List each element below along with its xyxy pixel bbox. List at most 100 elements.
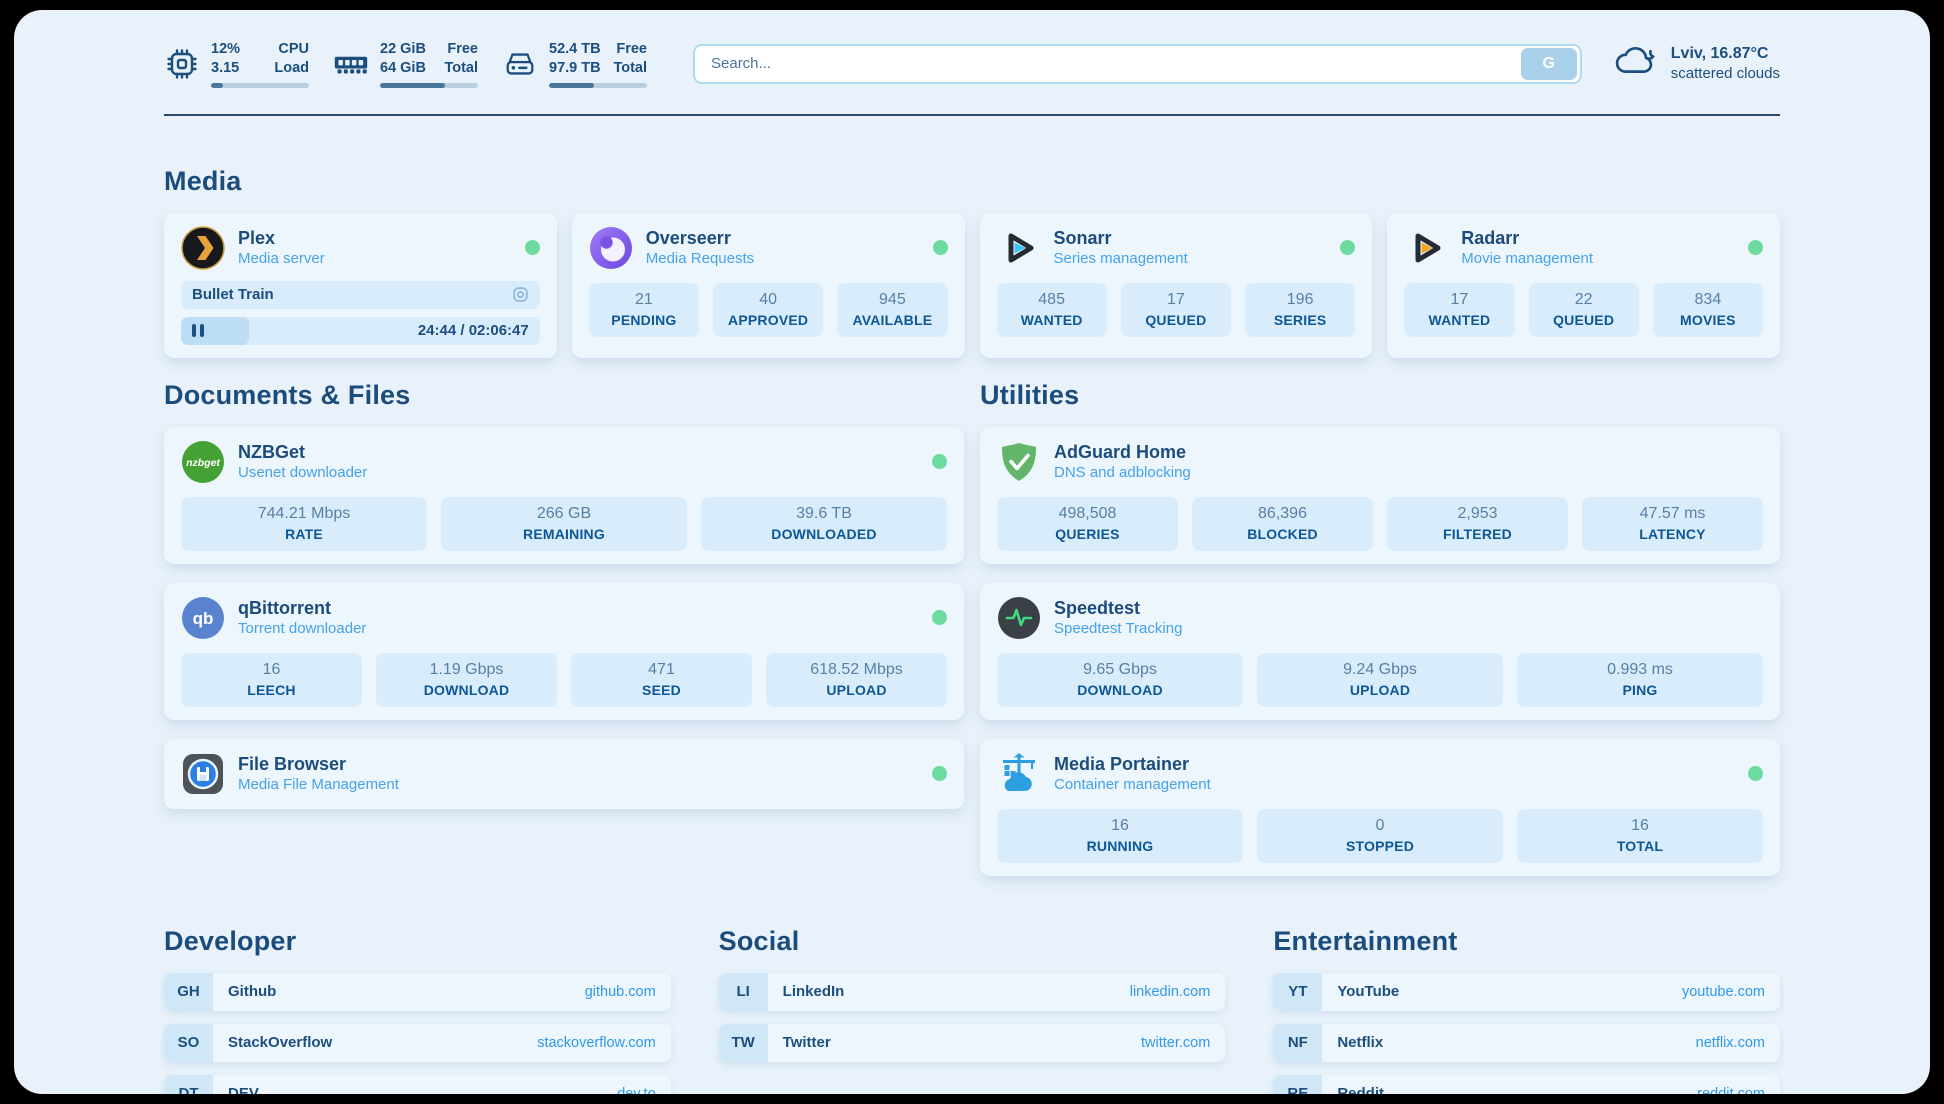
stat-tile: 471SEED: [571, 653, 752, 707]
pause-icon: [192, 324, 204, 337]
section-title-entertainment: Entertainment: [1273, 926, 1780, 957]
stat-tile: 21PENDING: [589, 283, 699, 337]
link-youtube[interactable]: YT YouTube youtube.com: [1273, 973, 1780, 1011]
disk-total-label: Total: [613, 59, 647, 78]
cloud-icon: [1612, 44, 1658, 83]
memory-progress-fill: [380, 83, 445, 88]
status-dot: [933, 240, 948, 255]
disk-free-value: 52.4 TB: [549, 40, 601, 59]
filebrowser-card[interactable]: File Browser Media File Management: [164, 739, 964, 809]
stat-tile: 22QUEUED: [1529, 283, 1639, 337]
memory-progress-bar: [380, 83, 478, 88]
link-dev[interactable]: DT DEV dev.to: [164, 1075, 671, 1094]
stat-tile: 0STOPPED: [1257, 809, 1503, 863]
stat-tile: 744.21 MbpsRATE: [181, 497, 427, 551]
qbittorrent-logo-icon: qb: [181, 596, 225, 640]
playback-progress-bar: 24:44 / 02:06:47: [181, 317, 540, 345]
search-input[interactable]: [709, 54, 1521, 73]
disk-free-label: Free: [616, 40, 647, 59]
link-group-social: Social LI LinkedIn linkedin.com TW Twitt…: [719, 926, 1226, 1094]
section-title-utilities: Utilities: [980, 380, 1780, 411]
overseerr-logo-icon: [589, 226, 633, 270]
nzbget-card[interactable]: nzbget NZBGet Usenet downloader 744.21 M…: [164, 427, 964, 564]
memory-icon: [333, 46, 369, 82]
speedtest-card[interactable]: Speedtest Speedtest Tracking 9.65 GbpsDO…: [980, 583, 1780, 720]
portainer-card[interactable]: Media Portainer Container management 16R…: [980, 739, 1780, 876]
stat-tile: 17WANTED: [1404, 283, 1514, 337]
link-linkedin[interactable]: LI LinkedIn linkedin.com: [719, 973, 1226, 1011]
app-title: Plex: [238, 227, 325, 250]
section-title-media: Media: [164, 166, 1780, 197]
stat-tile: 196SERIES: [1245, 283, 1355, 337]
qbittorrent-card[interactable]: qb qBittorrent Torrent downloader 16LEEC…: [164, 583, 964, 720]
search-provider-button[interactable]: G: [1521, 48, 1577, 80]
status-dot: [932, 766, 947, 781]
link-group-developer: Developer GH Github github.com SO StackO…: [164, 926, 671, 1094]
cpu-load-value: 3.15: [211, 59, 239, 78]
app-subtitle: Media server: [238, 250, 325, 269]
overseerr-card[interactable]: Overseerr Media Requests 21PENDING 40APP…: [572, 213, 965, 358]
playback-time: 24:44 / 02:06:47: [418, 322, 529, 339]
portainer-logo-icon: [997, 752, 1041, 796]
link-twitter[interactable]: TW Twitter twitter.com: [719, 1024, 1226, 1062]
disk-progress-fill: [549, 83, 594, 88]
radarr-card[interactable]: Radarr Movie management 17WANTED 22QUEUE…: [1387, 213, 1780, 358]
link-group-entertainment: Entertainment YT YouTube youtube.com NF …: [1273, 926, 1780, 1094]
section-title-documents: Documents & Files: [164, 380, 964, 411]
link-abbr: LI: [719, 973, 768, 1011]
header-divider: [164, 114, 1780, 116]
sonarr-card[interactable]: Sonarr Series management 485WANTED 17QUE…: [980, 213, 1373, 358]
section-title-social: Social: [719, 926, 1226, 957]
stat-tile: 1.19 GbpsDOWNLOAD: [376, 653, 557, 707]
status-dot: [932, 454, 947, 469]
plex-card[interactable]: Plex Media server Bullet Train 24:44 / 0…: [164, 213, 557, 358]
stat-tile: 40APPROVED: [713, 283, 823, 337]
link-reddit[interactable]: RE Reddit reddit.com: [1273, 1075, 1780, 1094]
memory-total-value: 64 GiB: [380, 59, 426, 78]
link-abbr: SO: [164, 1024, 213, 1062]
app-subtitle: Media Requests: [646, 250, 754, 269]
svg-text:nzbget: nzbget: [186, 457, 220, 469]
link-github[interactable]: GH Github github.com: [164, 973, 671, 1011]
link-abbr: TW: [719, 1024, 768, 1062]
stat-tile: 9.65 GbpsDOWNLOAD: [997, 653, 1243, 707]
link-stackoverflow[interactable]: SO StackOverflow stackoverflow.com: [164, 1024, 671, 1062]
filebrowser-logo-icon: [181, 752, 225, 796]
status-dot: [1340, 240, 1355, 255]
adguard-logo-icon: [997, 440, 1041, 484]
header: 12%CPU 3.15Load 22 GiBFree 64 GiBTotal 5…: [164, 40, 1780, 88]
sonarr-logo-icon: [997, 226, 1041, 270]
cpu-chip-icon: [164, 46, 200, 82]
stat-tile: 9.24 GbpsUPLOAD: [1257, 653, 1503, 707]
app-subtitle: Series management: [1054, 250, 1188, 269]
disk-progress-bar: [549, 83, 647, 88]
disk-total-value: 97.9 TB: [549, 59, 601, 78]
link-abbr: NF: [1273, 1024, 1322, 1062]
app-title: qBittorrent: [238, 597, 366, 620]
plex-logo-icon: [181, 226, 225, 270]
app-title: Sonarr: [1054, 227, 1188, 250]
link-netflix[interactable]: NF Netflix netflix.com: [1273, 1024, 1780, 1062]
stat-tile: 16RUNNING: [997, 809, 1243, 863]
section-media: Media Plex Media server Bullet Train: [164, 166, 1780, 358]
app-subtitle: Media File Management: [238, 776, 399, 795]
cpu-load-label: Load: [274, 59, 309, 78]
app-subtitle: Movie management: [1461, 250, 1593, 269]
stat-tile: 498,508QUERIES: [997, 497, 1178, 551]
app-title: AdGuard Home: [1054, 441, 1191, 464]
status-dot: [525, 240, 540, 255]
link-abbr: YT: [1273, 973, 1322, 1011]
search-bar: G: [693, 44, 1582, 84]
app-title: NZBGet: [238, 441, 367, 464]
memory-total-label: Total: [444, 59, 478, 78]
link-abbr: RE: [1273, 1075, 1322, 1094]
status-dot: [932, 610, 947, 625]
stat-tile: 16TOTAL: [1517, 809, 1763, 863]
stat-tile: 834MOVIES: [1653, 283, 1763, 337]
app-title: Overseerr: [646, 227, 754, 250]
link-abbr: DT: [164, 1075, 213, 1094]
stat-tile: 485WANTED: [997, 283, 1107, 337]
player-settings-icon[interactable]: [512, 286, 529, 303]
cpu-progress-fill: [211, 83, 223, 88]
adguard-card[interactable]: AdGuard Home DNS and adblocking 498,508Q…: [980, 427, 1780, 564]
